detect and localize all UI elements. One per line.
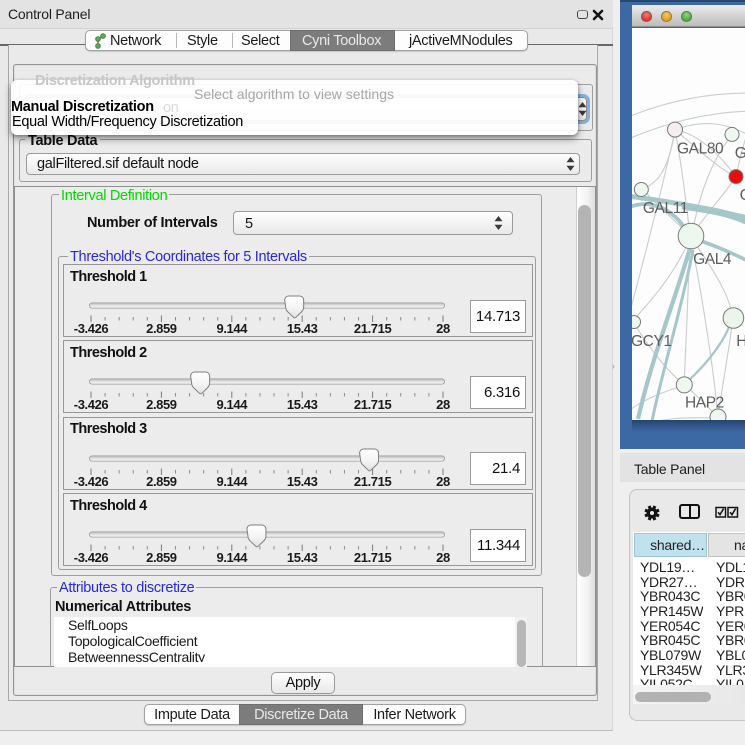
svg-text:H: H (736, 333, 745, 350)
svg-text:GAL4: GAL4 (693, 251, 732, 268)
svg-text:HAP2: HAP2 (685, 395, 724, 412)
svg-text:GA: GA (735, 145, 745, 162)
svg-text:C: C (740, 187, 745, 204)
svg-text:GAL80: GAL80 (677, 141, 724, 158)
svg-text:GAL11: GAL11 (643, 200, 688, 217)
svg-text:GCY1: GCY1 (632, 333, 672, 350)
